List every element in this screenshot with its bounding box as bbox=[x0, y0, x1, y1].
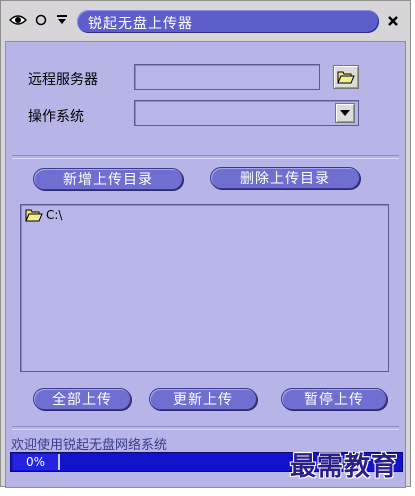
upload-dir-list[interactable]: C:\ bbox=[20, 204, 389, 372]
upload-all-button[interactable]: 全部上传 bbox=[33, 388, 131, 410]
add-upload-dir-button[interactable]: 新增上传目录 bbox=[33, 168, 183, 190]
client-area: 远程服务器 操作系统 新增上传目录 删除上传目录 C:\ 全部上传 更新上传 暂… bbox=[5, 41, 406, 488]
watermark-logo: 最需教育 bbox=[290, 452, 399, 482]
circle-icon[interactable] bbox=[34, 13, 48, 27]
eye-icon[interactable] bbox=[9, 13, 27, 27]
separator bbox=[12, 155, 399, 159]
uploader-window: 锐起无盘上传器 远程服务器 操作系统 新增上传目录 删除上传目录 C:\ 全部上… bbox=[0, 0, 412, 488]
dir-item-label: C:\ bbox=[46, 208, 63, 222]
list-item[interactable]: C:\ bbox=[25, 208, 62, 222]
progress-percent: 0% bbox=[13, 454, 60, 470]
welcome-text: 欢迎使用锐起无盘网络系统 bbox=[11, 438, 168, 453]
update-upload-button[interactable]: 更新上传 bbox=[149, 388, 257, 410]
pause-upload-button[interactable]: 暂停上传 bbox=[281, 388, 387, 410]
chevron-down-icon bbox=[340, 110, 350, 116]
close-icon[interactable] bbox=[385, 13, 401, 29]
os-dropdown-button[interactable] bbox=[335, 103, 355, 123]
open-folder-icon bbox=[337, 71, 355, 84]
browse-folder-button[interactable] bbox=[333, 65, 359, 89]
window-title: 锐起无盘上传器 bbox=[88, 16, 193, 32]
os-select[interactable] bbox=[134, 100, 359, 126]
remote-server-label: 远程服务器 bbox=[28, 72, 98, 88]
os-label: 操作系统 bbox=[28, 109, 84, 125]
separator bbox=[12, 426, 399, 430]
delete-upload-dir-button[interactable]: 删除上传目录 bbox=[210, 167, 360, 189]
title-bar: 锐起无盘上传器 bbox=[1, 1, 412, 41]
open-folder-icon bbox=[25, 209, 43, 222]
minimize-icon[interactable] bbox=[55, 13, 69, 27]
title-pill[interactable]: 锐起无盘上传器 bbox=[77, 10, 379, 33]
remote-server-input[interactable] bbox=[134, 64, 320, 90]
